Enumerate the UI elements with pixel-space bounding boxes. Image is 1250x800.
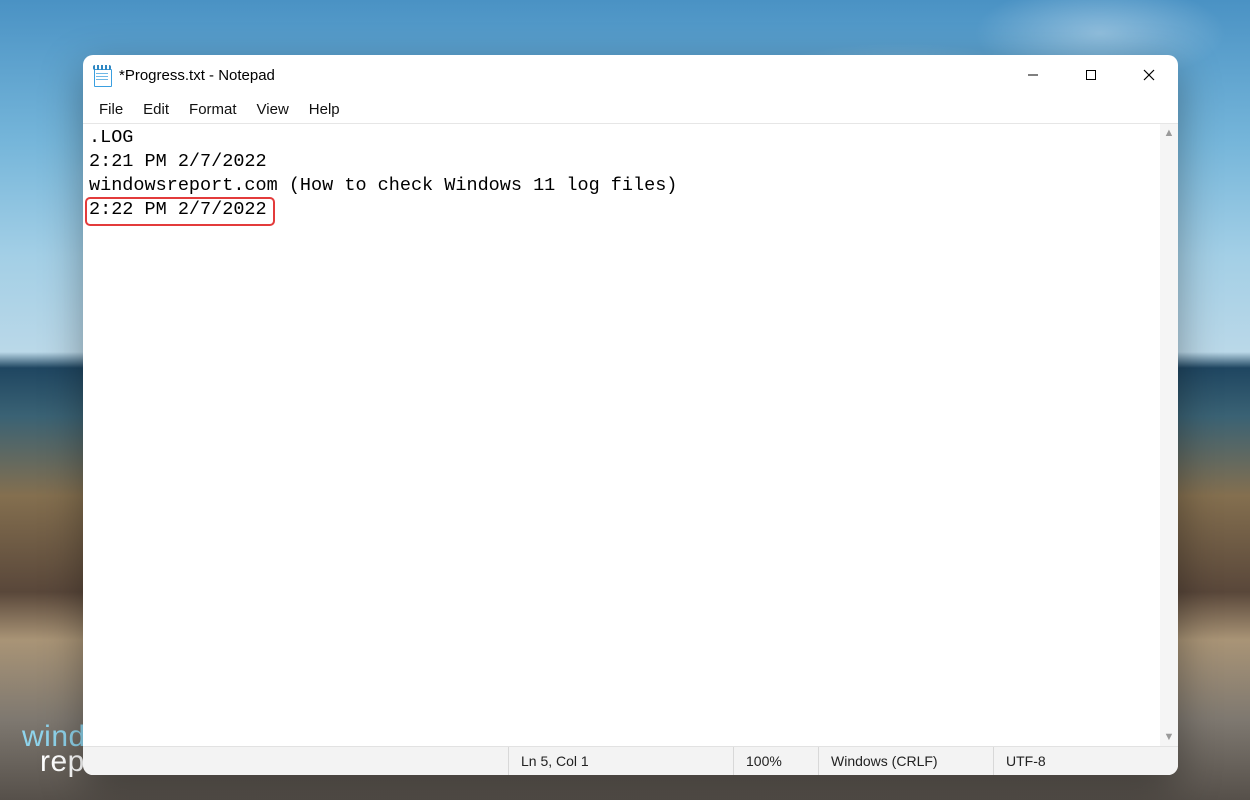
close-button[interactable] <box>1120 55 1178 95</box>
status-caret-position: Ln 5, Col 1 <box>508 747 733 775</box>
status-line-ending: Windows (CRLF) <box>818 747 993 775</box>
titlebar[interactable]: *Progress.txt - Notepad <box>83 55 1178 95</box>
scroll-up-icon[interactable]: ▲ <box>1160 124 1178 142</box>
menu-file[interactable]: File <box>89 98 133 121</box>
statusbar: Ln 5, Col 1 100% Windows (CRLF) UTF-8 <box>83 746 1178 775</box>
notepad-icon <box>93 65 111 85</box>
menubar: File Edit Format View Help <box>83 95 1178 124</box>
editor-line: .LOG <box>89 126 1154 150</box>
status-encoding: UTF-8 <box>993 747 1178 775</box>
text-editor[interactable]: .LOG2:21 PM 2/7/2022windowsreport.com (H… <box>83 124 1160 746</box>
desktop-background: windows report *Progress.txt - Notepad <box>0 0 1250 800</box>
window-controls <box>1004 55 1178 95</box>
editor-line: 2:22 PM 2/7/2022 <box>89 198 1154 222</box>
status-spacer <box>83 747 508 775</box>
vertical-scrollbar[interactable]: ▲ ▼ <box>1160 124 1178 746</box>
editor-line: 2:21 PM 2/7/2022 <box>89 150 1154 174</box>
maximize-button[interactable] <box>1062 55 1120 95</box>
minimize-button[interactable] <box>1004 55 1062 95</box>
menu-edit[interactable]: Edit <box>133 98 179 121</box>
status-zoom: 100% <box>733 747 818 775</box>
notepad-window: *Progress.txt - Notepad File Edit Format… <box>83 55 1178 775</box>
editor-area: .LOG2:21 PM 2/7/2022windowsreport.com (H… <box>83 124 1178 746</box>
menu-view[interactable]: View <box>247 98 299 121</box>
editor-line: windowsreport.com (How to check Windows … <box>89 174 1154 198</box>
scroll-down-icon[interactable]: ▼ <box>1160 728 1178 746</box>
menu-format[interactable]: Format <box>179 98 247 121</box>
window-title: *Progress.txt - Notepad <box>119 67 275 84</box>
menu-help[interactable]: Help <box>299 98 350 121</box>
